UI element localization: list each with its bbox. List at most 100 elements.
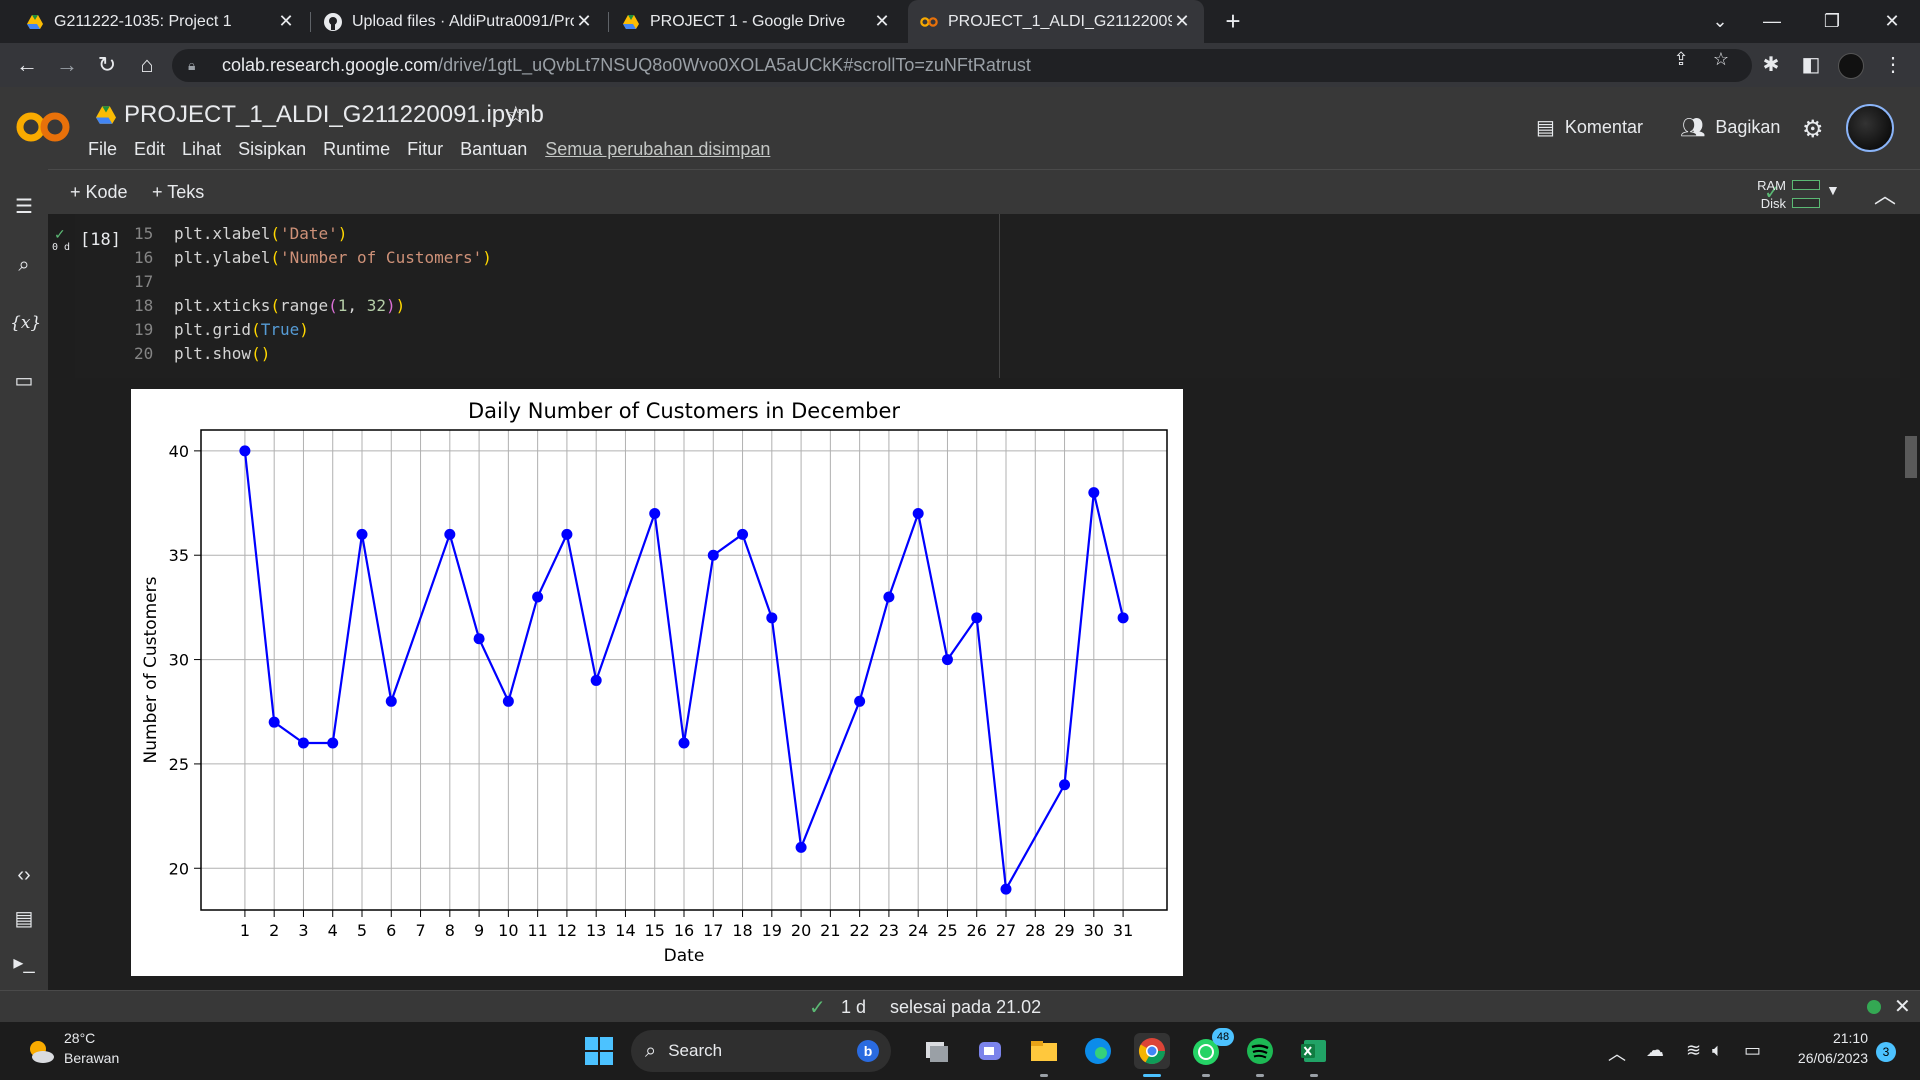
files-folder-icon[interactable]: ▭ bbox=[10, 367, 38, 395]
menu-view[interactable]: Lihat bbox=[182, 139, 221, 160]
close-icon[interactable]: ✕ bbox=[574, 11, 594, 32]
menu-help[interactable]: Bantuan bbox=[460, 139, 527, 160]
close-icon[interactable]: ✕ bbox=[276, 11, 296, 32]
edge-icon[interactable] bbox=[1080, 1033, 1116, 1069]
x-tick-label: 12 bbox=[557, 921, 577, 940]
spotify-icon[interactable] bbox=[1242, 1033, 1278, 1069]
share-icon[interactable]: ⇪ bbox=[1670, 49, 1692, 71]
x-tick-label: 3 bbox=[298, 921, 308, 940]
menu-runtime[interactable]: Runtime bbox=[323, 139, 390, 160]
x-tick-label: 18 bbox=[732, 921, 752, 940]
menu-dots-icon[interactable]: ⋮ bbox=[1878, 50, 1908, 80]
menu-file[interactable]: File bbox=[88, 139, 117, 160]
star-icon[interactable]: ☆ bbox=[505, 101, 527, 130]
chrome-icon[interactable] bbox=[1134, 1033, 1170, 1069]
colab-logo-icon[interactable] bbox=[14, 107, 74, 147]
settings-gear-icon[interactable]: ⚙ bbox=[1802, 115, 1824, 144]
user-avatar[interactable] bbox=[1846, 104, 1894, 152]
comment-button[interactable]: ▤ Komentar bbox=[1536, 115, 1643, 140]
minimize-icon[interactable]: — bbox=[1752, 6, 1792, 36]
ram-disk-indicator[interactable]: RAM Disk bbox=[1710, 176, 1820, 212]
side-panel-icon[interactable]: ◧ bbox=[1796, 50, 1826, 80]
add-code-button[interactable]: + Kode bbox=[70, 182, 128, 203]
tab-4-active[interactable]: PROJECT_1_ALDI_G211220091.ipy ✕ bbox=[908, 0, 1204, 43]
y-tick-label: 30 bbox=[169, 651, 189, 670]
restore-icon[interactable]: ❐ bbox=[1812, 6, 1852, 36]
share-button[interactable]: 👥︎ Bagikan bbox=[1680, 115, 1780, 140]
terminal-icon[interactable]: ▸_ bbox=[10, 949, 38, 977]
tab-search-icon[interactable]: ⌄ bbox=[1700, 6, 1740, 36]
extensions-icon[interactable]: ✱ bbox=[1756, 50, 1786, 80]
disk-bar bbox=[1792, 198, 1820, 208]
code-line-20: 20 plt.show() bbox=[134, 344, 271, 363]
file-explorer-icon[interactable] bbox=[1026, 1033, 1062, 1069]
comment-label: Komentar bbox=[1564, 117, 1643, 137]
drive-icon bbox=[26, 13, 44, 31]
battery-icon[interactable]: ▭ bbox=[1744, 1040, 1761, 1061]
scrollbar-thumb[interactable] bbox=[1905, 436, 1917, 478]
status-message[interactable]: selesai pada 21.02 bbox=[890, 997, 1041, 1018]
menu-edit[interactable]: Edit bbox=[134, 139, 165, 160]
data-point bbox=[1000, 883, 1012, 895]
data-point bbox=[239, 445, 251, 457]
data-point bbox=[444, 528, 456, 540]
code-line-19: 19 plt.grid(True) bbox=[134, 320, 309, 339]
data-point bbox=[385, 695, 397, 707]
data-point bbox=[1117, 612, 1129, 624]
wifi-icon[interactable]: ≋ bbox=[1686, 1040, 1701, 1061]
profile-avatar[interactable] bbox=[1838, 53, 1864, 79]
close-icon[interactable]: ✕ bbox=[1894, 994, 1911, 1019]
command-palette-icon[interactable]: ▤ bbox=[10, 905, 38, 933]
tab-2[interactable]: Upload files · AldiPutra0091/Proje ✕ bbox=[312, 0, 606, 43]
bing-icon[interactable]: b bbox=[857, 1040, 879, 1062]
forward-icon[interactable]: → bbox=[52, 50, 82, 80]
data-point bbox=[327, 737, 339, 749]
add-text-button[interactable]: + Teks bbox=[152, 182, 204, 203]
data-point bbox=[678, 737, 690, 749]
home-icon[interactable]: ⌂ bbox=[132, 50, 162, 80]
tab-3[interactable]: PROJECT 1 - Google Drive ✕ bbox=[610, 0, 904, 43]
tab-title: G211222-1035: Project 1 bbox=[54, 12, 232, 30]
menu-tools[interactable]: Fitur bbox=[407, 139, 443, 160]
clock-time[interactable]: 21:10 bbox=[1808, 1030, 1868, 1046]
address-bar[interactable]: 🔒︎ colab.research.google.com/drive/1gtL_… bbox=[172, 49, 1752, 82]
collapse-header-icon[interactable]: ︿ bbox=[1874, 178, 1896, 210]
windows-start-icon[interactable] bbox=[584, 1036, 614, 1066]
onedrive-cloud-icon[interactable]: ☁ bbox=[1646, 1040, 1664, 1061]
y-tick-label: 40 bbox=[169, 442, 189, 461]
data-point bbox=[297, 737, 309, 749]
execution-count[interactable]: [18] bbox=[80, 230, 121, 250]
x-tick-label: 10 bbox=[498, 921, 518, 940]
taskbar-search[interactable]: ⌕ Search b bbox=[631, 1030, 891, 1072]
close-icon[interactable]: ✕ bbox=[1172, 11, 1192, 32]
tab-1[interactable]: G211222-1035: Project 1 ✕ bbox=[14, 0, 308, 43]
tab-title: PROJECT_1_ALDI_G211220091.ipy bbox=[948, 12, 1172, 30]
saved-status-link[interactable]: Semua perubahan disimpan bbox=[545, 139, 770, 160]
close-icon[interactable]: ✕ bbox=[872, 11, 892, 32]
notebook-title[interactable]: PROJECT_1_ALDI_G211220091.ipynb bbox=[96, 101, 544, 129]
tray-chevron-up-icon[interactable]: ︿ bbox=[1608, 1040, 1626, 1066]
reload-icon[interactable]: ↻ bbox=[92, 50, 122, 80]
grid-lines bbox=[201, 430, 1167, 910]
x-tick-label: 5 bbox=[357, 921, 367, 940]
search-icon[interactable]: ⌕ bbox=[10, 251, 38, 279]
back-icon[interactable]: ← bbox=[12, 50, 42, 80]
close-window-icon[interactable]: ✕ bbox=[1872, 6, 1912, 36]
menu-insert[interactable]: Sisipkan bbox=[238, 139, 306, 160]
tab-separator bbox=[310, 12, 311, 32]
excel-icon[interactable] bbox=[1296, 1033, 1332, 1069]
volume-icon[interactable]: 🔈︎ bbox=[1712, 1040, 1723, 1061]
connection-status-dot bbox=[1867, 1000, 1881, 1014]
variables-icon[interactable]: {x} bbox=[10, 309, 41, 337]
task-view-icon[interactable] bbox=[918, 1033, 954, 1069]
bookmark-star-icon[interactable]: ☆ bbox=[1710, 49, 1732, 71]
new-tab-button[interactable]: + bbox=[1218, 7, 1248, 37]
code-snippets-icon[interactable]: ‹› bbox=[10, 861, 38, 889]
teams-chat-icon[interactable] bbox=[972, 1033, 1008, 1069]
notification-badge[interactable]: 3 bbox=[1876, 1042, 1896, 1062]
weather-cloud-sun-icon[interactable] bbox=[26, 1037, 56, 1067]
table-of-contents-icon[interactable]: ☰ bbox=[10, 193, 38, 221]
runtime-dropdown-icon[interactable]: ▼ bbox=[1826, 182, 1840, 198]
clock-date[interactable]: 26/06/2023 bbox=[1782, 1050, 1868, 1066]
data-point bbox=[737, 528, 749, 540]
